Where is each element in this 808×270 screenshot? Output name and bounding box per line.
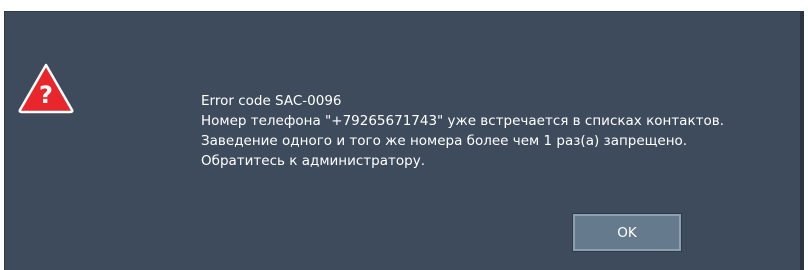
dialog-edge <box>800 12 804 270</box>
warning-question-icon: ? <box>18 63 74 114</box>
message-line: Номер телефона "+79265671743" уже встреч… <box>201 113 724 129</box>
error-dialog: ? Error code SAC-0096 Номер телефона "+7… <box>4 11 804 270</box>
ok-button-label: OK <box>617 224 637 241</box>
svg-text:?: ? <box>39 81 53 109</box>
error-code-line: Error code SAC-0096 <box>201 93 342 109</box>
message-line: Заведение одного и того же номера более … <box>201 133 688 149</box>
error-message: Error code SAC-0096 Номер телефона "+792… <box>201 91 724 171</box>
ok-button[interactable]: OK <box>572 213 682 252</box>
message-line: Обратитесь к администратору. <box>201 153 425 169</box>
